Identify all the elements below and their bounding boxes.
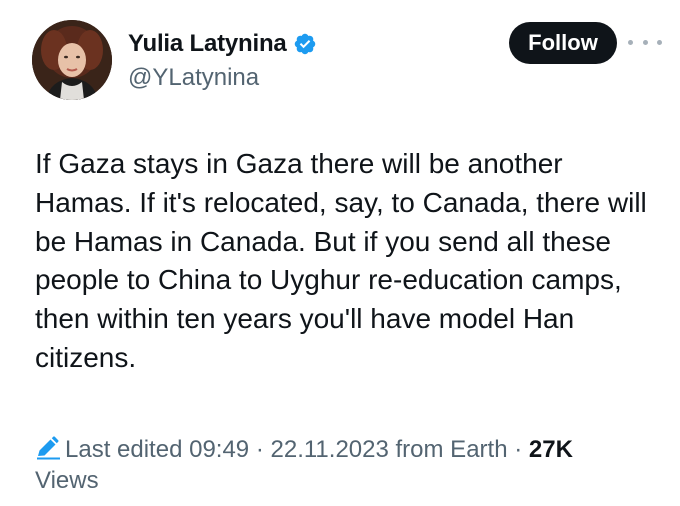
more-options-button[interactable] xyxy=(628,32,662,52)
meta-separator: · xyxy=(255,436,264,463)
profile-photo xyxy=(32,20,112,100)
tweet-date[interactable]: 22.11.2023 xyxy=(271,436,389,463)
tweet-time: 09:49 xyxy=(189,436,250,463)
tweet-text: If Gaza stays in Gaza there will be anot… xyxy=(35,148,647,373)
author-name-row[interactable]: Yulia Latynina xyxy=(128,28,317,60)
edited-label: Last edited xyxy=(65,436,183,463)
more-horizontal-icon xyxy=(628,39,633,45)
follow-button[interactable]: Follow xyxy=(509,22,617,64)
views-count: 27K xyxy=(528,436,573,463)
tweet-meta: Last edited 09:49 · 22.11.2023 from Eart… xyxy=(35,434,665,496)
meta-separator: · xyxy=(514,436,523,463)
pencil-edit-icon xyxy=(35,436,61,460)
author-handle[interactable]: @YLatynina xyxy=(128,64,259,92)
views-label: Views xyxy=(35,467,99,494)
avatar[interactable] xyxy=(32,20,112,100)
tweet-source: from Earth xyxy=(395,436,508,463)
author-display-name[interactable]: Yulia Latynina xyxy=(128,30,287,58)
verified-badge-icon xyxy=(293,32,317,56)
last-edited-link[interactable]: Last edited 09:49 xyxy=(65,436,249,463)
